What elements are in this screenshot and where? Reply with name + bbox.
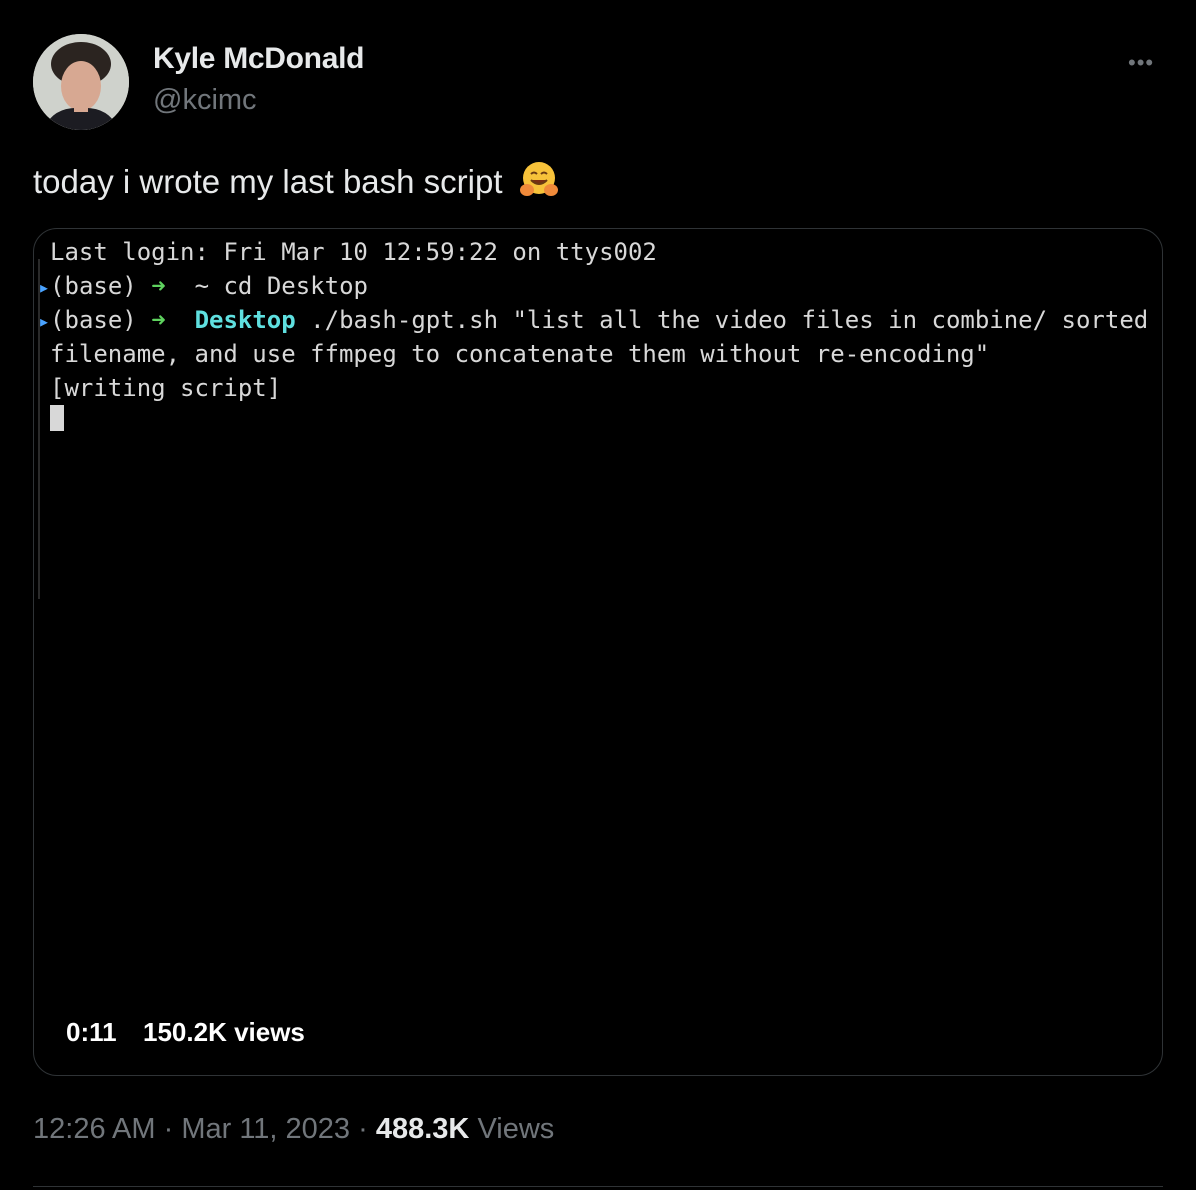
- terminal-dir: ~: [194, 272, 210, 300]
- meta-separator: ·: [163, 1113, 174, 1145]
- terminal-env: (base): [50, 272, 137, 300]
- tweet-meta: 12:26 AM · Mar 11, 2023 · 488.3K Views: [33, 1113, 554, 1146]
- tweet-time[interactable]: 12:26 AM: [33, 1113, 156, 1145]
- divider: [33, 1186, 1163, 1187]
- terminal-line-continuation: filename, and use ffmpeg to concatenate …: [50, 340, 990, 368]
- prompt-arrow-icon: ➜: [151, 306, 166, 334]
- author-name[interactable]: Kyle McDonald: [153, 42, 364, 76]
- tweet-text: today i wrote my last bash script: [33, 162, 560, 205]
- tweet-date[interactable]: Mar 11, 2023: [181, 1113, 350, 1145]
- video-duration: 0:11: [66, 1017, 117, 1047]
- terminal-screen: Last login: Fri Mar 10 12:59:22 on ttys0…: [34, 229, 1162, 1075]
- terminal-line-status: [writing script]: [50, 374, 282, 402]
- terminal-cmd: cd Desktop: [223, 272, 368, 300]
- terminal-cursor: [50, 405, 64, 431]
- video-views: 150.2K views: [143, 1017, 305, 1047]
- terminal-line-cd: ▸(base) ➜ ~ cd Desktop: [38, 269, 368, 304]
- views-count[interactable]: 488.3K: [376, 1113, 470, 1145]
- more-horizontal-icon[interactable]: •••: [1128, 50, 1154, 76]
- video-player[interactable]: Last login: Fri Mar 10 12:59:22 on ttys0…: [33, 228, 1163, 1076]
- views-label: Views: [477, 1113, 555, 1145]
- meta-separator: ·: [358, 1113, 368, 1145]
- terminal-env: (base): [50, 306, 137, 334]
- hugging-face-emoji-icon: [519, 162, 558, 197]
- terminal-line-bashgpt: ▸(base) ➜ Desktop ./bash-gpt.sh "list al…: [38, 303, 1163, 338]
- triangle-right-icon: ▸: [38, 275, 51, 299]
- prompt-arrow-icon: ➜: [151, 272, 166, 300]
- terminal-dir: Desktop: [194, 306, 296, 334]
- author-handle[interactable]: @kcimc: [153, 84, 257, 117]
- avatar[interactable]: [33, 34, 129, 130]
- terminal-line-login: Last login: Fri Mar 10 12:59:22 on ttys0…: [50, 238, 657, 266]
- tweet-text-content: today i wrote my last bash script: [33, 163, 503, 200]
- terminal-cmd: ./bash-gpt.sh "list all the video files …: [310, 306, 1163, 334]
- avatar-image: [33, 34, 129, 130]
- triangle-right-icon: ▸: [38, 309, 51, 333]
